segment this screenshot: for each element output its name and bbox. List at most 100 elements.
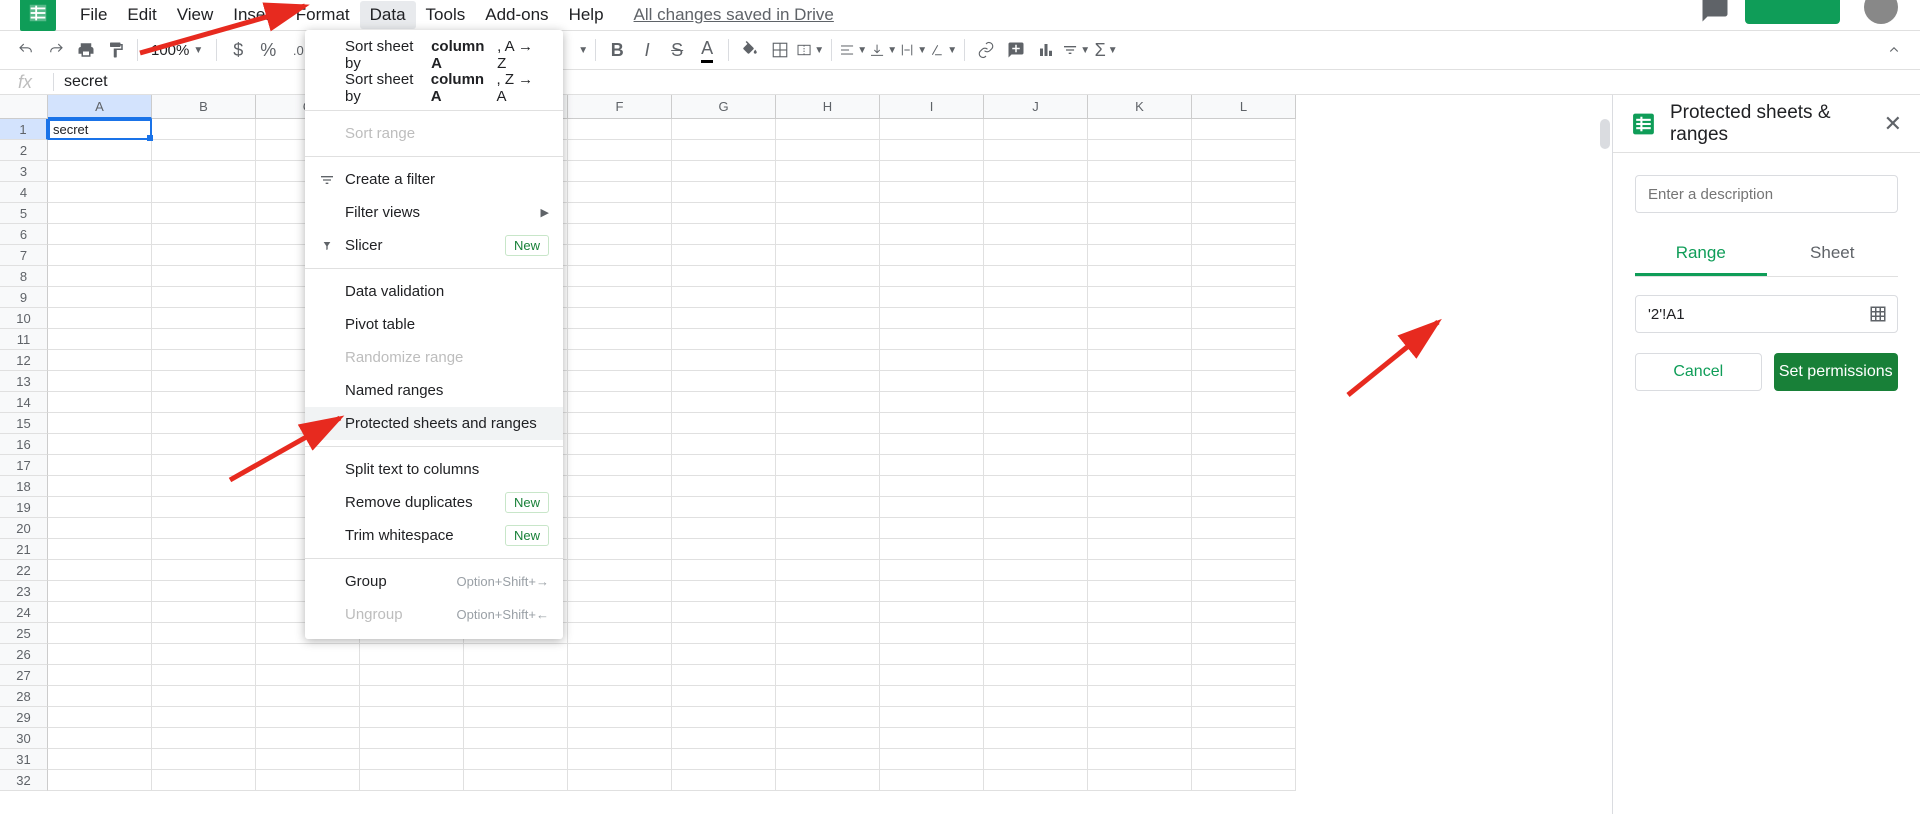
- cell[interactable]: [48, 371, 152, 392]
- cell[interactable]: [984, 203, 1088, 224]
- cell[interactable]: [568, 497, 672, 518]
- cell[interactable]: [1192, 434, 1296, 455]
- row-header[interactable]: 17: [0, 455, 48, 476]
- cell[interactable]: [672, 455, 776, 476]
- cell[interactable]: [1192, 539, 1296, 560]
- cell[interactable]: [984, 245, 1088, 266]
- cell[interactable]: [984, 161, 1088, 182]
- row-header[interactable]: 26: [0, 644, 48, 665]
- cell[interactable]: [1088, 476, 1192, 497]
- cell[interactable]: [776, 518, 880, 539]
- cell[interactable]: [776, 140, 880, 161]
- cell[interactable]: [984, 287, 1088, 308]
- range-input[interactable]: '2'!A1: [1635, 295, 1898, 333]
- cell[interactable]: [464, 707, 568, 728]
- cell[interactable]: [152, 707, 256, 728]
- cell[interactable]: [1088, 434, 1192, 455]
- cell[interactable]: [672, 581, 776, 602]
- cell[interactable]: [776, 413, 880, 434]
- cell[interactable]: [984, 707, 1088, 728]
- cell[interactable]: [152, 140, 256, 161]
- spreadsheet-grid[interactable]: ABCDEFGHIJKL 1secret23456789101112131415…: [0, 95, 1613, 814]
- menu-pivot-table[interactable]: Pivot table: [305, 308, 563, 341]
- cell[interactable]: [984, 476, 1088, 497]
- cell[interactable]: [776, 455, 880, 476]
- cell[interactable]: [984, 266, 1088, 287]
- menu-protected-sheets[interactable]: Protected sheets and ranges: [305, 407, 563, 440]
- cell[interactable]: [48, 749, 152, 770]
- cell[interactable]: [776, 371, 880, 392]
- column-header[interactable]: L: [1192, 95, 1296, 119]
- cell[interactable]: [984, 350, 1088, 371]
- cell[interactable]: [880, 602, 984, 623]
- cell[interactable]: [880, 224, 984, 245]
- cell[interactable]: [1088, 644, 1192, 665]
- cell[interactable]: [672, 707, 776, 728]
- cell[interactable]: [568, 476, 672, 497]
- cell[interactable]: [1088, 245, 1192, 266]
- cell[interactable]: [776, 770, 880, 791]
- cell[interactable]: [1088, 140, 1192, 161]
- menu-addons[interactable]: Add-ons: [475, 1, 558, 29]
- cell[interactable]: [672, 287, 776, 308]
- cell[interactable]: [776, 728, 880, 749]
- row-header[interactable]: 30: [0, 728, 48, 749]
- strike-button[interactable]: S: [663, 36, 691, 64]
- cell[interactable]: [1088, 350, 1192, 371]
- cell[interactable]: [776, 581, 880, 602]
- cell[interactable]: [152, 413, 256, 434]
- cell[interactable]: [1192, 224, 1296, 245]
- cell[interactable]: [880, 749, 984, 770]
- cell[interactable]: [984, 455, 1088, 476]
- column-header[interactable]: F: [568, 95, 672, 119]
- cell[interactable]: [776, 476, 880, 497]
- column-header[interactable]: J: [984, 95, 1088, 119]
- row-header[interactable]: 6: [0, 224, 48, 245]
- row-header[interactable]: 22: [0, 560, 48, 581]
- cell[interactable]: [672, 497, 776, 518]
- cell[interactable]: [1088, 770, 1192, 791]
- cell[interactable]: [360, 770, 464, 791]
- cell[interactable]: [568, 119, 672, 140]
- row-header[interactable]: 4: [0, 182, 48, 203]
- cell[interactable]: [48, 623, 152, 644]
- cell[interactable]: [152, 434, 256, 455]
- functions-button[interactable]: Σ▼: [1092, 36, 1120, 64]
- cell[interactable]: [776, 350, 880, 371]
- cell[interactable]: [880, 560, 984, 581]
- cell[interactable]: [672, 602, 776, 623]
- collapse-button[interactable]: [1880, 36, 1908, 64]
- cell[interactable]: [880, 371, 984, 392]
- cell[interactable]: [672, 686, 776, 707]
- cell[interactable]: [984, 728, 1088, 749]
- cell[interactable]: [568, 749, 672, 770]
- cell[interactable]: [776, 434, 880, 455]
- cell[interactable]: [568, 245, 672, 266]
- menu-trim-whitespace[interactable]: Trim whitespaceNew: [305, 519, 563, 552]
- filter-button[interactable]: ▼: [1062, 36, 1090, 64]
- cell[interactable]: [48, 560, 152, 581]
- cell[interactable]: [152, 371, 256, 392]
- cell[interactable]: [1192, 203, 1296, 224]
- row-header[interactable]: 19: [0, 497, 48, 518]
- cell[interactable]: [152, 392, 256, 413]
- cell[interactable]: [1192, 245, 1296, 266]
- menu-named-ranges[interactable]: Named ranges: [305, 374, 563, 407]
- cell[interactable]: [1088, 749, 1192, 770]
- cell[interactable]: [48, 161, 152, 182]
- cell[interactable]: [672, 518, 776, 539]
- cell[interactable]: [984, 539, 1088, 560]
- cell[interactable]: [48, 518, 152, 539]
- set-permissions-button[interactable]: Set permissions: [1774, 353, 1899, 391]
- cell[interactable]: [672, 434, 776, 455]
- menu-group[interactable]: GroupOption+Shift+→: [305, 565, 563, 598]
- cell[interactable]: [48, 665, 152, 686]
- cell[interactable]: [48, 602, 152, 623]
- cell[interactable]: [568, 665, 672, 686]
- cell[interactable]: [48, 287, 152, 308]
- cell[interactable]: [152, 476, 256, 497]
- cell[interactable]: [880, 665, 984, 686]
- redo-button[interactable]: [42, 36, 70, 64]
- cell[interactable]: [1192, 350, 1296, 371]
- column-header[interactable]: K: [1088, 95, 1192, 119]
